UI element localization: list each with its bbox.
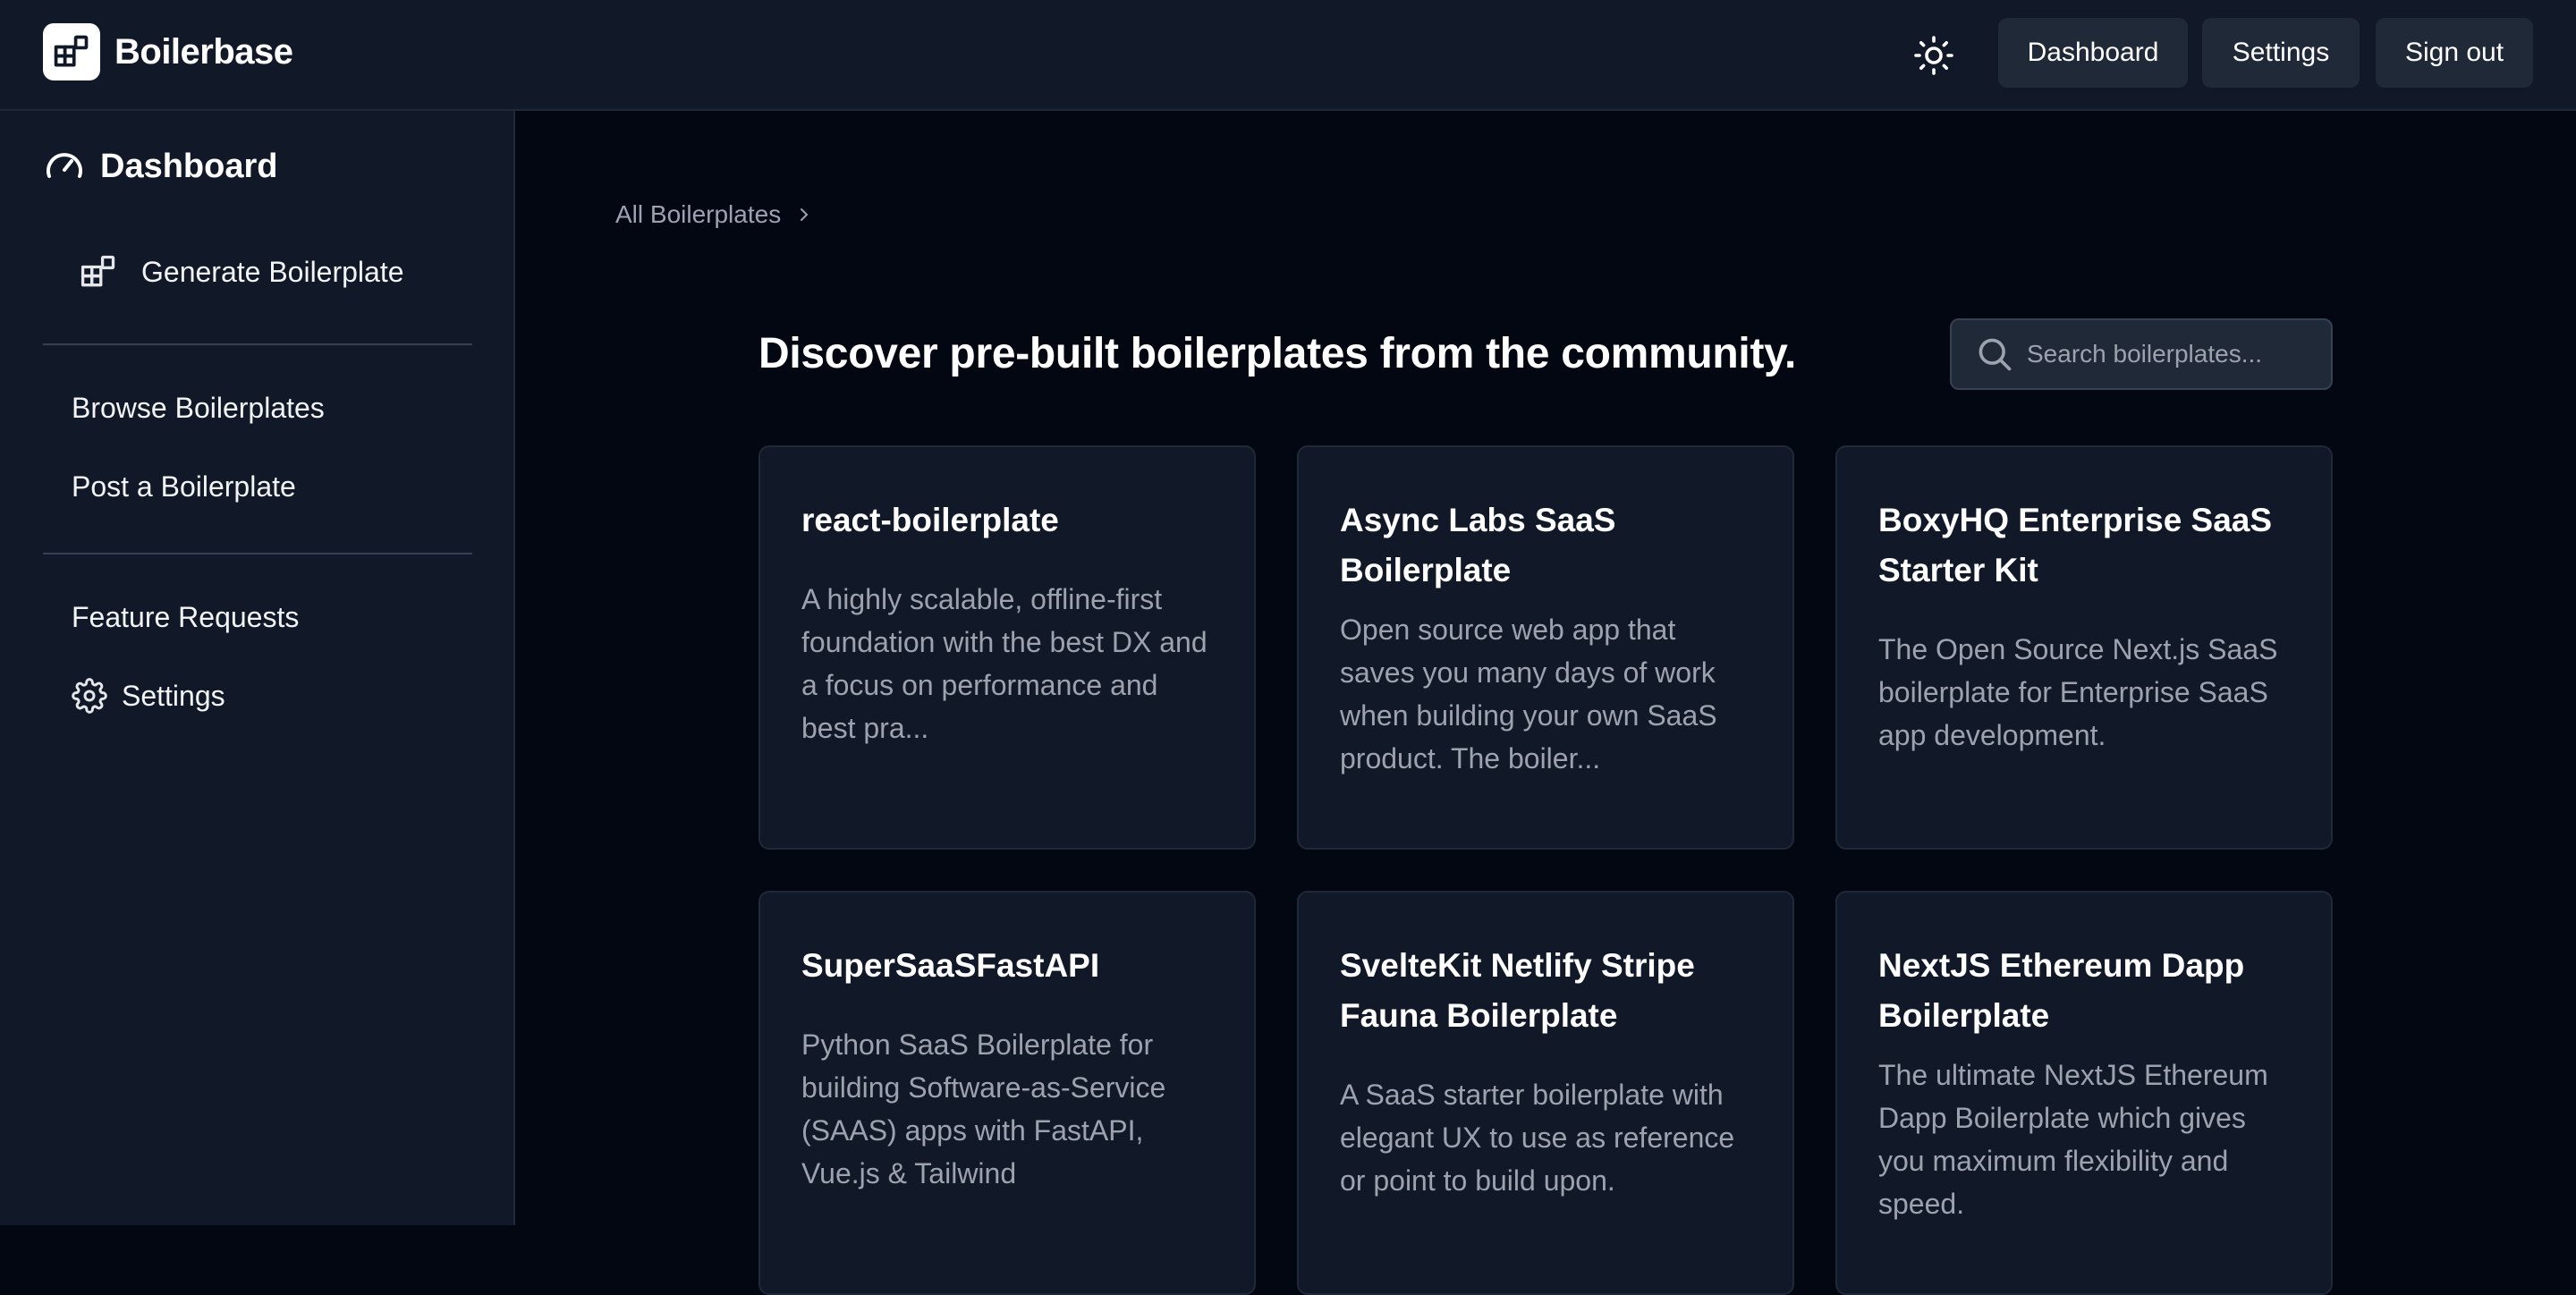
boilerplate-card[interactable]: Async Labs SaaS Boilerplate Open source … [1297,445,1794,850]
card-description: Open source web app that saves you many … [1340,614,1717,774]
search-input[interactable] [2027,340,2313,368]
sidebar-title: Dashboard [100,147,278,185]
card-description: The ultimate NextJS Ethereum Dapp Boiler… [1878,1059,2268,1220]
sidebar-item-generate-boilerplate[interactable]: Generate Boilerplate [79,252,404,292]
settings-button[interactable]: Settings [2202,18,2360,88]
sidebar: Dashboard Generate Boilerplate Browse Bo… [0,111,515,1225]
boilerplate-card[interactable]: react-boilerplate A highly scalable, off… [758,445,1256,850]
boilerplate-card[interactable]: BoxyHQ Enterprise SaaS Starter Kit The O… [1835,445,2333,850]
card-title: react-boilerplate [801,502,1059,538]
sidebar-item-settings[interactable]: Settings [72,678,225,714]
brand[interactable]: Boilerbase [43,23,293,80]
chevron-right-icon [801,208,809,221]
sidebar-dashboard-heading[interactable]: Dashboard [43,145,277,188]
boilerplate-blocks-icon [80,255,115,287]
card-description: A SaaS starter boilerplate with elegant … [1340,1079,1735,1197]
breadcrumb: All Boilerplates [615,200,815,229]
card-title: Async Labs SaaS Boilerplate [1340,502,1616,588]
sign-out-button[interactable]: Sign out [2376,18,2533,88]
theme-toggle-button[interactable] [1909,30,1959,80]
boilerbase-logo-icon [43,23,100,80]
card-description: The Open Source Next.js SaaS boilerplate… [1878,633,2278,751]
sidebar-divider [43,553,472,554]
breadcrumb-link-all-boilerplates[interactable]: All Boilerplates [615,200,781,229]
gear-icon [72,678,107,714]
main-content: All Boilerplates Discover pre-built boil… [517,111,2576,1295]
sidebar-divider [43,343,472,345]
sidebar-item-browse-boilerplates[interactable]: Browse Boilerplates [72,392,325,425]
dashboard-button[interactable]: Dashboard [1998,18,2188,88]
boilerplate-card[interactable]: NextJS Ethereum Dapp Boilerplate The ult… [1835,891,2333,1295]
sidebar-item-feature-requests[interactable]: Feature Requests [72,601,299,634]
card-title: NextJS Ethereum Dapp Boilerplate [1878,947,2245,1034]
gauge-icon [47,153,82,178]
sidebar-item-label: Generate Boilerplate [141,255,404,288]
sun-icon [1914,36,1953,75]
sidebar-item-label: Settings [122,679,225,712]
search-box[interactable] [1950,318,2333,390]
boilerplate-card[interactable]: SvelteKit Netlify Stripe Fauna Boilerpla… [1297,891,1794,1295]
search-icon [1979,338,2012,371]
card-description: Python SaaS Boilerplate for building Sof… [801,1028,1166,1189]
sidebar-item-post-boilerplate[interactable]: Post a Boilerplate [72,470,296,504]
top-navbar: Boilerbase Dashboard Settings Sign out [0,0,2576,111]
brand-name: Boilerbase [114,31,293,72]
card-title: BoxyHQ Enterprise SaaS Starter Kit [1878,502,2273,588]
card-title: SuperSaaSFastAPI [801,947,1100,984]
boilerplate-card[interactable]: SuperSaaSFastAPI Python SaaS Boilerplate… [758,891,1256,1295]
card-title: SvelteKit Netlify Stripe Fauna Boilerpla… [1340,947,1695,1034]
page-title: Discover pre-built boilerplates from the… [758,330,1797,377]
card-description: A highly scalable, offline-first foundat… [801,583,1208,744]
